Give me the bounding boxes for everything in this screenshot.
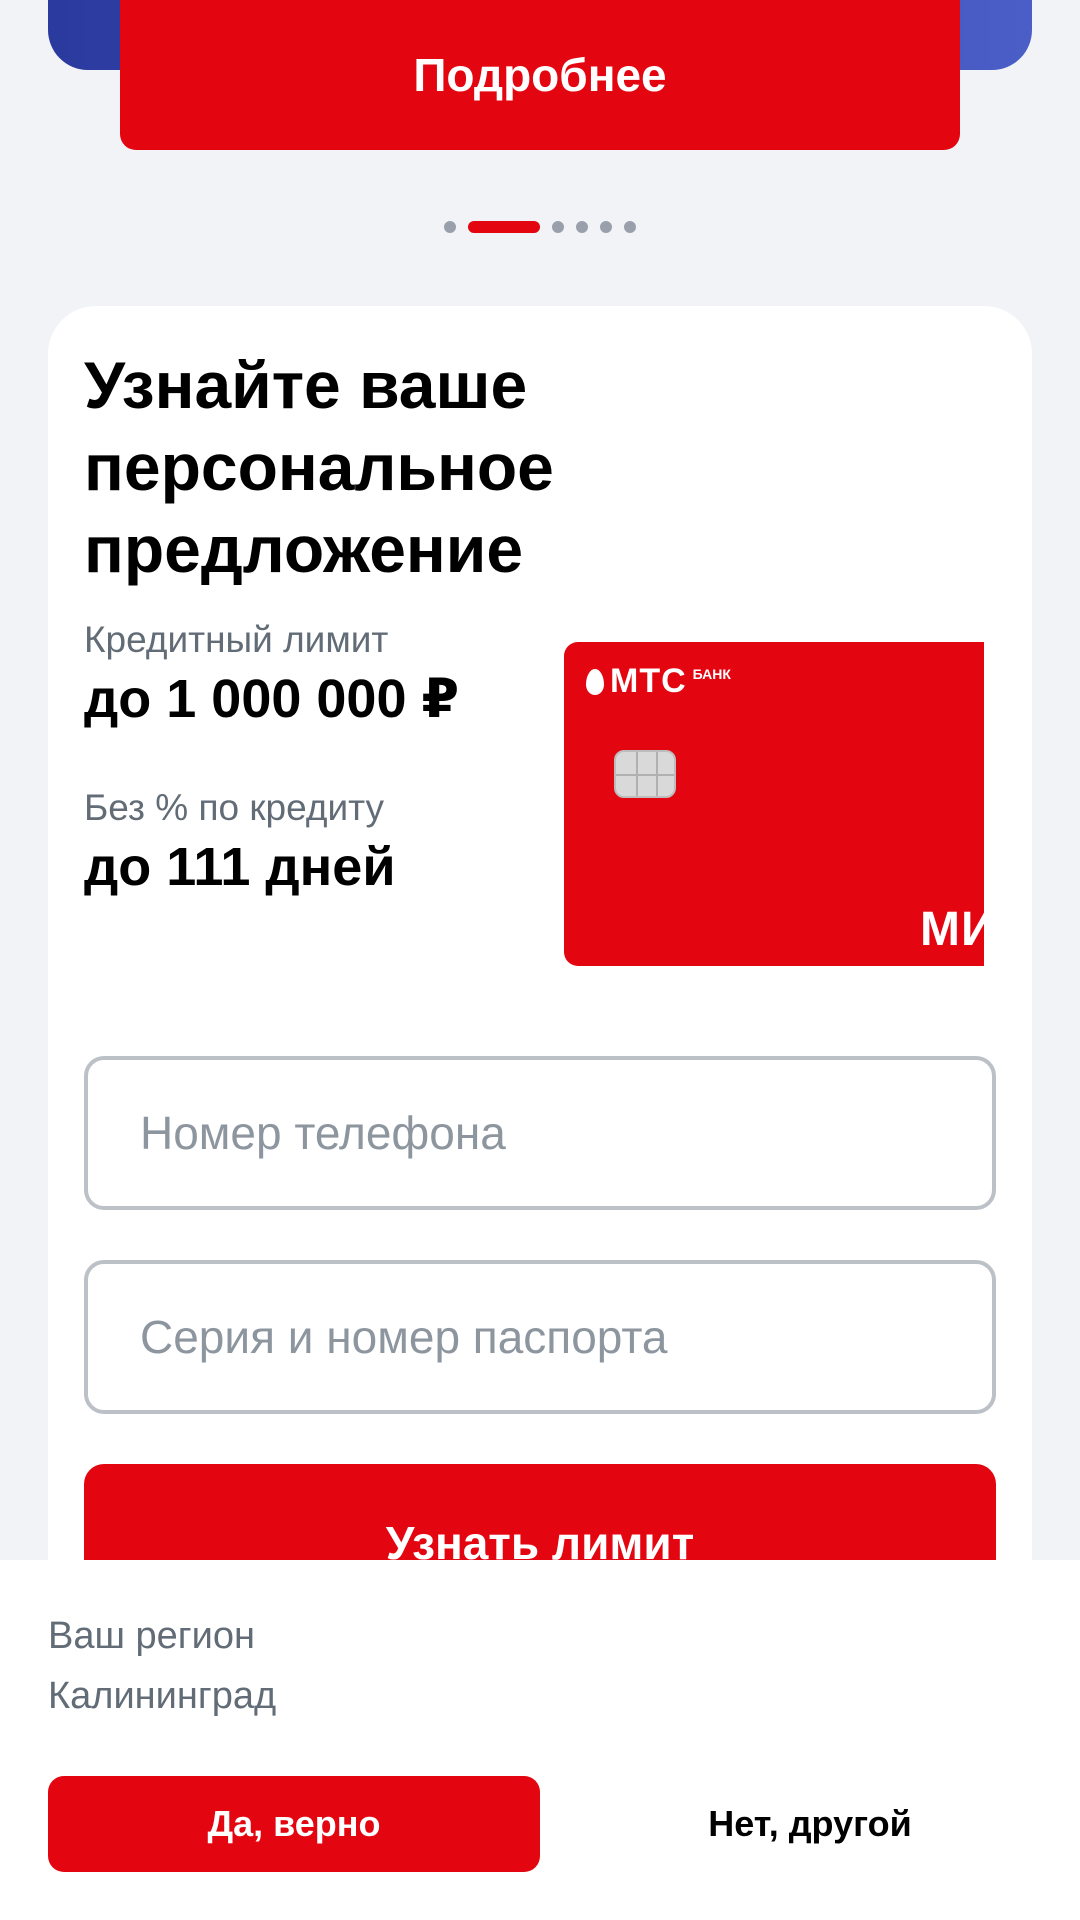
carousel-dot[interactable] xyxy=(600,221,612,233)
grace-period-label: Без % по кредиту xyxy=(84,787,385,828)
offer-title: Узнайте ваше персональное предложение xyxy=(84,348,554,586)
carousel-dot[interactable] xyxy=(576,221,588,233)
grace-period-feature: Без % по кредиту до 111 дней xyxy=(84,786,396,900)
logo-subtext: БАНК xyxy=(692,666,731,682)
region-value: Калининград xyxy=(48,1675,277,1717)
confirm-region-button[interactable]: Да, верно xyxy=(48,1776,540,1872)
carousel-dots xyxy=(0,221,1080,233)
credit-limit-value: до 1 000 000 ₽ xyxy=(84,669,460,729)
grace-period-value: до 111 дней xyxy=(84,837,396,897)
mts-drop-icon xyxy=(586,668,604,695)
chip-icon xyxy=(614,750,676,798)
mts-bank-logo: МТС БАНК xyxy=(586,662,731,701)
logo-text: МТС xyxy=(610,662,687,700)
payment-system-logo: МИ xyxy=(920,903,984,956)
region-label: Ваш регион xyxy=(48,1615,255,1657)
carousel-dot[interactable] xyxy=(552,221,564,233)
carousel-dot-active[interactable] xyxy=(468,221,540,233)
region-sheet: Ваш регион Калининград Да, верно Нет, др… xyxy=(0,1560,1080,1920)
change-region-button[interactable]: Нет, другой xyxy=(588,1776,1032,1872)
carousel-dot[interactable] xyxy=(444,221,456,233)
credit-limit-feature: Кредитный лимит до 1 000 000 ₽ xyxy=(84,618,459,732)
credit-limit-label: Кредитный лимит xyxy=(84,619,389,660)
credit-card-image: МТС БАНК МИ xyxy=(564,642,984,966)
passport-input[interactable] xyxy=(84,1260,996,1414)
carousel-dot[interactable] xyxy=(624,221,636,233)
more-button[interactable]: Подробнее xyxy=(120,0,960,150)
phone-input[interactable] xyxy=(84,1056,996,1210)
